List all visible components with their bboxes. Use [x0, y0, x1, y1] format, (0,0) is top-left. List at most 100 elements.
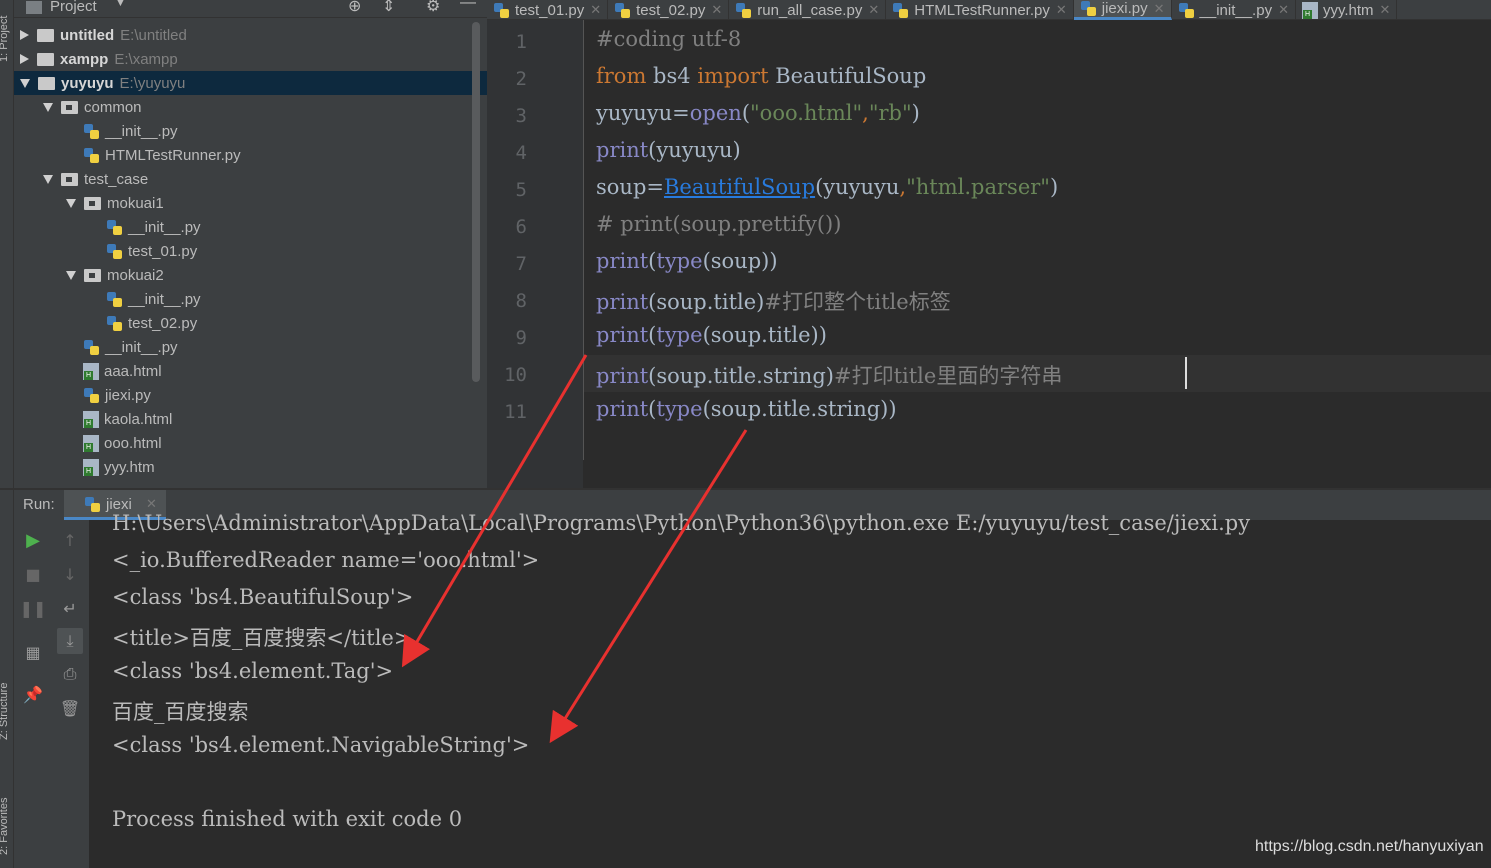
tree-item-label: __init__.py	[105, 122, 178, 140]
project-icon	[26, 1, 42, 14]
code-token: soup=	[596, 175, 664, 199]
up-arrow-icon[interactable]: ↑	[60, 530, 80, 550]
close-icon[interactable]: ✕	[1278, 2, 1289, 18]
tree-item-path: E:\untitled	[120, 26, 187, 44]
editor-tab[interactable]: test_01.py ✕	[487, 0, 609, 20]
tree-item[interactable]: xampp E:\xampp	[14, 47, 487, 71]
editor-tab[interactable]: jiexi.py ✕	[1073, 0, 1172, 20]
editor-tab[interactable]: HTMLTestRunner.py ✕	[886, 0, 1074, 20]
editor-gutter: 1 2 3 4 5 6 7 8 9 10 11	[487, 20, 583, 488]
tree-item[interactable]: HTMLTestRunner.py	[14, 143, 487, 167]
tree-item[interactable]: test_02.py	[14, 311, 487, 335]
editor-tab[interactable]: test_02.py ✕	[608, 0, 730, 20]
expand-down-icon[interactable]	[43, 174, 53, 184]
html-file-icon	[1301, 1, 1318, 19]
folder-icon	[61, 172, 78, 186]
close-icon[interactable]: ✕	[590, 2, 601, 18]
trash-icon[interactable]: 🗑	[60, 698, 80, 718]
tree-item[interactable]: aaa.html	[14, 359, 487, 383]
tree-item[interactable]: yyy.htm	[14, 455, 487, 479]
favorites-tool-button[interactable]: 2: Favorites	[0, 798, 10, 855]
down-arrow-icon[interactable]: ↓	[60, 564, 80, 584]
stop-icon[interactable]: ■	[23, 564, 43, 584]
editor-tab[interactable]: __init__.py ✕	[1172, 0, 1296, 20]
expand-right-icon[interactable]	[20, 30, 29, 40]
tree-item[interactable]: test_case	[14, 167, 487, 191]
tree-item[interactable]: ooo.html	[14, 431, 487, 455]
project-tree: untitled E:\untitled xampp E:\xampp yuyuyu E:…	[14, 23, 487, 488]
python-file-icon	[106, 243, 123, 260]
editor-tab[interactable]: run_all_case.py ✕	[729, 0, 887, 20]
tree-item[interactable]: common	[14, 95, 487, 119]
tree-item-label: aaa.html	[104, 362, 162, 380]
tree-item[interactable]: __init__.py	[14, 287, 487, 311]
console-line: <class 'bs4.element.Tag'>	[112, 659, 394, 683]
expand-right-icon[interactable]	[20, 54, 29, 64]
tree-item[interactable]: mokuai1	[14, 191, 487, 215]
tree-item[interactable]: jiexi.py	[14, 383, 487, 407]
close-icon[interactable]: ✕	[868, 2, 879, 18]
line-number: 3	[515, 105, 527, 127]
project-tool-button[interactable]: 1: Project	[0, 16, 10, 62]
code-token: print	[596, 323, 649, 347]
close-icon[interactable]: ✕	[1154, 1, 1165, 17]
chevron-down-icon[interactable]: ▼	[115, 0, 126, 9]
rerun-icon[interactable]: ▶	[23, 530, 43, 551]
close-icon[interactable]: ✕	[711, 2, 722, 18]
tree-scrollbar[interactable]	[472, 22, 480, 382]
folder-icon	[84, 196, 101, 210]
structure-tool-button[interactable]: Z: Structure	[0, 683, 10, 740]
pause-icon[interactable]: ❚❚	[20, 598, 47, 618]
run-label: Run:	[23, 496, 55, 513]
run-side-toolbar: ▶ ↑ ■ ↓ ❚❚ ↵ ▦ ⤓ ⎙ 📌 🗑	[14, 520, 89, 868]
project-title[interactable]: Project	[50, 0, 97, 15]
expand-down-icon[interactable]	[66, 198, 76, 208]
editor-tab-label: test_02.py	[636, 1, 706, 19]
line-number: 7	[515, 253, 527, 275]
tree-item[interactable]: mokuai2	[14, 263, 487, 287]
code-token: print	[596, 397, 649, 421]
tree-item[interactable]: __init__.py	[14, 215, 487, 239]
layout-icon[interactable]: ▦	[23, 642, 43, 662]
python-file-icon	[735, 2, 752, 19]
editor-tab-label: __init__.py	[1199, 1, 1273, 19]
tree-item-label: untitled	[60, 26, 115, 44]
line-number: 5	[515, 179, 527, 201]
expand-down-icon[interactable]	[20, 78, 30, 88]
code-token: "rb"	[868, 101, 912, 125]
editor-tab[interactable]: yyy.htm ✕	[1296, 0, 1398, 20]
python-file-icon	[614, 2, 631, 19]
line-number: 4	[515, 142, 527, 164]
expand-down-icon[interactable]	[43, 102, 53, 112]
code-token: (yuyuyu	[815, 175, 900, 199]
tree-item[interactable]: kaola.html	[14, 407, 487, 431]
target-icon[interactable]: ⊕	[348, 0, 361, 16]
soft-wrap-icon[interactable]: ↵	[60, 598, 80, 618]
tree-item[interactable]: untitled E:\untitled	[14, 23, 487, 47]
expand-down-icon[interactable]	[66, 270, 76, 280]
print-icon[interactable]: ⎙	[60, 664, 80, 684]
tree-item-label: test_02.py	[128, 314, 198, 332]
scroll-to-end-icon[interactable]: ⤓	[57, 628, 83, 654]
collapse-icon[interactable]: ⇕	[382, 0, 395, 16]
pin-icon[interactable]: 📌	[23, 684, 43, 704]
close-icon[interactable]: ✕	[1380, 2, 1391, 18]
minimize-icon[interactable]: —	[460, 0, 476, 12]
tree-item[interactable]: test_01.py	[14, 239, 487, 263]
python-file-icon	[892, 2, 909, 19]
close-icon[interactable]: ✕	[146, 496, 157, 512]
code-token: "ooo.html"	[750, 101, 863, 125]
code-token: print	[596, 364, 649, 388]
console-line: <_io.BufferedReader name='ooo.html'>	[112, 548, 540, 572]
code-token: #coding utf-8	[596, 27, 742, 51]
console-line: Process finished with exit code 0	[112, 807, 463, 831]
code-token: #打印整个title标签	[764, 290, 951, 314]
python-file-icon	[83, 147, 100, 164]
line-number: 8	[515, 290, 527, 312]
console-line: 百度_百度搜索	[112, 700, 249, 724]
tree-item[interactable]: __init__.py	[14, 335, 487, 359]
tree-item[interactable]: __init__.py	[14, 119, 487, 143]
close-icon[interactable]: ✕	[1056, 2, 1067, 18]
tree-item[interactable]: yuyuyu E:\yuyuyu	[14, 71, 487, 95]
gear-icon[interactable]: ⚙	[426, 0, 440, 16]
